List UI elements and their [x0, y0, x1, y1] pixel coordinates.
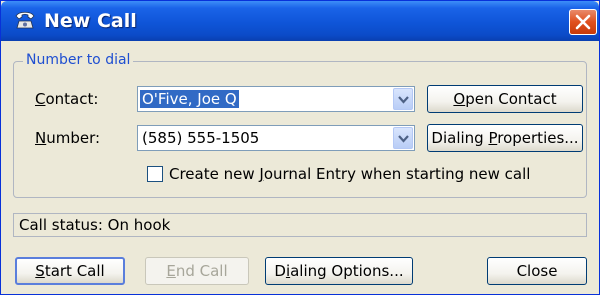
group-legend: Number to dial: [23, 52, 134, 68]
contact-combobox[interactable]: O'Five, Joe Q: [137, 86, 415, 112]
number-value: (585) 555-1505: [142, 129, 260, 147]
new-call-dialog: New Call Number to dial Contact: O'Five,…: [0, 0, 600, 295]
contact-label: Contact:: [35, 90, 99, 108]
number-combobox[interactable]: (585) 555-1505: [137, 125, 415, 151]
close-window-button[interactable]: [569, 9, 597, 35]
title-bar[interactable]: New Call: [1, 1, 599, 41]
close-icon: [575, 14, 591, 30]
chevron-down-icon: [398, 135, 409, 143]
open-contact-button[interactable]: Open Contact: [427, 85, 583, 113]
close-button[interactable]: Close: [487, 257, 587, 285]
start-call-button[interactable]: Start Call: [15, 257, 125, 285]
number-label: Number:: [35, 129, 101, 147]
journal-entry-checkbox[interactable]: [147, 166, 163, 182]
dialing-properties-button[interactable]: Dialing Properties...: [427, 124, 583, 152]
contact-dropdown-button[interactable]: [393, 88, 413, 110]
chevron-down-icon: [398, 96, 409, 104]
window-title: New Call: [44, 10, 137, 32]
number-dropdown-button[interactable]: [393, 127, 413, 149]
end-call-button: End Call: [145, 257, 249, 285]
call-status-text: Call status: On hook: [19, 216, 171, 234]
dialing-options-button[interactable]: Dialing Options...: [265, 257, 413, 285]
phone-icon: [15, 11, 35, 29]
journal-entry-label[interactable]: Create new Journal Entry when starting n…: [169, 165, 530, 183]
contact-value: O'Five, Joe Q: [139, 89, 240, 109]
